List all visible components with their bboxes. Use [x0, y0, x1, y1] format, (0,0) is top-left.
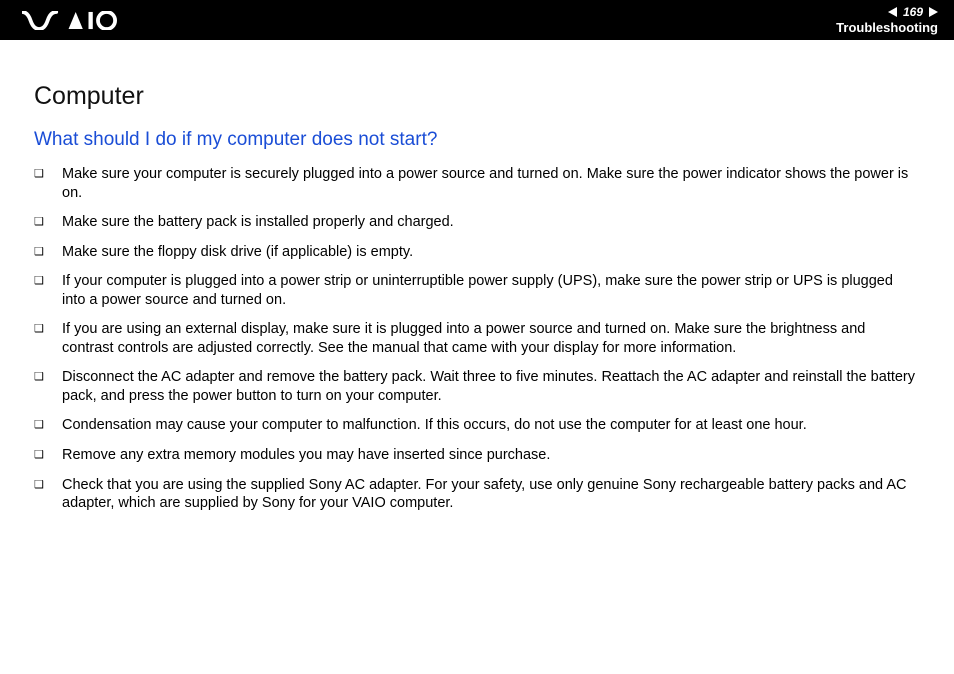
- bullet-icon: ❑: [34, 476, 62, 492]
- list-item-text: Condensation may cause your computer to …: [62, 416, 920, 435]
- list-item: ❑ Disconnect the AC adapter and remove t…: [34, 368, 920, 405]
- list-item: ❑ If you are using an external display, …: [34, 320, 920, 357]
- prev-page-arrow-icon[interactable]: [888, 7, 897, 17]
- bullet-icon: ❑: [34, 446, 62, 462]
- list-item-text: Make sure your computer is securely plug…: [62, 165, 920, 202]
- bullet-icon: ❑: [34, 213, 62, 229]
- list-item: ❑ Condensation may cause your computer t…: [34, 416, 920, 435]
- bullet-icon: ❑: [34, 416, 62, 432]
- list-item-text: Check that you are using the supplied So…: [62, 476, 920, 513]
- list-item: ❑ Make sure the battery pack is installe…: [34, 213, 920, 232]
- page-navigation: 169: [888, 5, 938, 19]
- page-content: Computer What should I do if my computer…: [0, 40, 954, 513]
- bullet-icon: ❑: [34, 243, 62, 259]
- bullet-icon: ❑: [34, 272, 62, 288]
- section-label: Troubleshooting: [836, 20, 938, 35]
- bullet-icon: ❑: [34, 165, 62, 181]
- vaio-logo: [22, 11, 117, 30]
- list-item-text: Make sure the floppy disk drive (if appl…: [62, 243, 920, 262]
- header-right: 169 Troubleshooting: [836, 5, 938, 35]
- troubleshooting-list: ❑ Make sure your computer is securely pl…: [34, 165, 920, 513]
- bullet-icon: ❑: [34, 320, 62, 336]
- list-item-text: Make sure the battery pack is installed …: [62, 213, 920, 232]
- list-item-text: Remove any extra memory modules you may …: [62, 446, 920, 465]
- list-item-text: If you are using an external display, ma…: [62, 320, 920, 357]
- bullet-icon: ❑: [34, 368, 62, 384]
- list-item: ❑ Make sure your computer is securely pl…: [34, 165, 920, 202]
- question-heading: What should I do if my computer does not…: [34, 129, 920, 151]
- list-item: ❑ If your computer is plugged into a pow…: [34, 272, 920, 309]
- page-number: 169: [901, 5, 925, 19]
- next-page-arrow-icon[interactable]: [929, 7, 938, 17]
- list-item: ❑ Check that you are using the supplied …: [34, 476, 920, 513]
- section-heading: Computer: [34, 82, 920, 111]
- list-item-text: If your computer is plugged into a power…: [62, 272, 920, 309]
- list-item: ❑ Make sure the floppy disk drive (if ap…: [34, 243, 920, 262]
- header-bar: 169 Troubleshooting: [0, 0, 954, 40]
- list-item: ❑ Remove any extra memory modules you ma…: [34, 446, 920, 465]
- list-item-text: Disconnect the AC adapter and remove the…: [62, 368, 920, 405]
